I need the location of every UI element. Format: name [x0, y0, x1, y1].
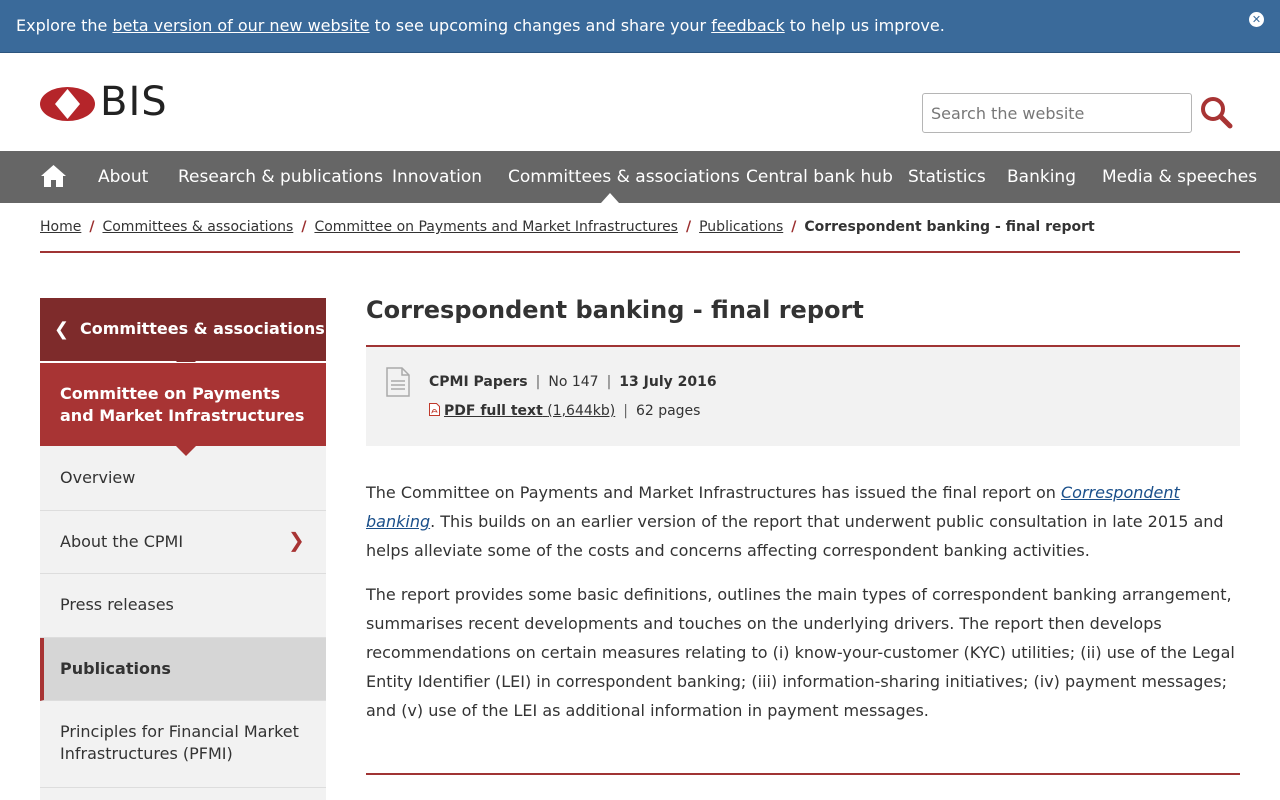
breadcrumb-cpmi[interactable]: Committee on Payments and Market Infrast… — [314, 219, 678, 235]
breadcrumb-separator: / — [301, 219, 307, 235]
meta-line-series: CPMI Papers | No 147 | 13 July 2016 — [429, 374, 717, 390]
sidebar-item-press-releases[interactable]: Press releases — [40, 574, 326, 638]
main-nav: About Research & publications Innovation… — [0, 151, 1280, 203]
publication-number: No 147 — [548, 374, 599, 390]
sidebar-back-label: Committees & associations — [80, 319, 325, 338]
breadcrumb-separator: / — [791, 219, 797, 235]
breadcrumb: Home / Committees & associations / Committee… — [40, 219, 1095, 235]
beta-banner-text: Explore the beta version of our new webs… — [16, 16, 945, 35]
meta-separator: | — [535, 374, 541, 390]
banner-middle: to see upcoming changes and share your — [369, 16, 712, 35]
nav-committees-associations[interactable]: Committees & associations — [508, 167, 740, 187]
sidebar-item-about-cpmi[interactable]: About the CPMI ❯ — [40, 511, 326, 574]
home-icon[interactable] — [40, 164, 67, 188]
sidebar-item-label: Press releases — [60, 595, 174, 614]
sidebar-section-cpmi[interactable]: Committee on Payments and Market Infrast… — [40, 362, 326, 446]
banner-suffix: to help us improve. — [784, 16, 945, 35]
search-input[interactable] — [922, 93, 1192, 133]
bis-logo-icon — [40, 87, 95, 121]
meta-line-pdf: PDF full text (1,644kb) | 62 pages — [429, 403, 700, 419]
sidebar-section-label: Committee on Payments and Market Infrast… — [60, 384, 305, 425]
chevron-left-icon: ❮ — [54, 319, 70, 340]
pdf-icon — [429, 403, 440, 416]
breadcrumb-publications[interactable]: Publications — [699, 219, 783, 235]
nav-research-publications[interactable]: Research & publications — [178, 167, 383, 187]
breadcrumb-separator: / — [685, 219, 692, 235]
content-divider — [366, 773, 1240, 775]
sidebar-item-more[interactable] — [40, 788, 326, 800]
publication-series: CPMI Papers — [429, 374, 528, 390]
nav-active-indicator — [601, 193, 619, 203]
sidebar-item-pfmi[interactable]: Principles for Financial Market Infrastr… — [40, 701, 326, 788]
pdf-download-link[interactable]: PDF full text (1,644kb) — [444, 403, 615, 419]
pdf-file-size: (1,644kb) — [547, 403, 616, 419]
nav-about[interactable]: About — [98, 167, 148, 187]
intro-text-start: The Committee on Payments and Market Inf… — [366, 483, 1061, 502]
intro-text-end: . This builds on an earlier version of t… — [366, 512, 1224, 560]
breadcrumb-separator: / — [89, 219, 95, 235]
page-count: 62 pages — [635, 403, 701, 419]
sidebar-item-label: Overview — [60, 468, 136, 487]
nav-media-speeches[interactable]: Media & speeches — [1102, 167, 1257, 187]
breadcrumb-committees[interactable]: Committees & associations — [102, 219, 293, 235]
intro-paragraph: The Committee on Payments and Market Inf… — [366, 478, 1240, 565]
logo-text: BIS — [100, 79, 168, 125]
breadcrumb-divider — [40, 251, 1240, 253]
close-icon[interactable]: ✕ — [1249, 12, 1264, 27]
sidebar-item-label: Publications — [60, 659, 171, 678]
sidebar-back-button[interactable]: ❮ Committees & associations — [40, 298, 326, 361]
meta-separator: | — [623, 403, 628, 419]
sidebar-item-label: Principles for Financial Market Infrastr… — [60, 722, 299, 763]
nav-banking[interactable]: Banking — [1007, 167, 1076, 187]
nav-innovation[interactable]: Innovation — [392, 167, 482, 187]
bis-logo[interactable]: BIS — [40, 79, 175, 125]
document-icon — [386, 367, 410, 397]
breadcrumb-current: Correspondent banking - final report — [804, 219, 1095, 235]
breadcrumb-home[interactable]: Home — [40, 219, 81, 235]
sidebar-item-label: About the CPMI — [60, 532, 184, 551]
search-icon — [1201, 97, 1233, 129]
summary-paragraph: The report provides some basic definitio… — [366, 585, 1235, 720]
nav-statistics[interactable]: Statistics — [908, 167, 986, 187]
pdf-link-label: PDF full text — [444, 403, 543, 419]
meta-separator: | — [606, 374, 612, 390]
publication-date: 13 July 2016 — [619, 374, 717, 390]
chevron-right-icon: ❯ — [288, 528, 305, 552]
page-title: Correspondent banking - final report — [366, 296, 864, 324]
sidebar-item-publications[interactable]: Publications — [40, 638, 326, 701]
feedback-link[interactable]: feedback — [711, 16, 785, 35]
beta-website-link[interactable]: beta version of our new website — [112, 16, 369, 35]
nav-central-bank-hub[interactable]: Central bank hub — [746, 167, 893, 187]
beta-banner: Explore the beta version of our new webs… — [0, 0, 1280, 53]
sidebar-section-pointer — [176, 446, 196, 456]
banner-prefix: Explore the — [16, 16, 113, 35]
search-button[interactable] — [1200, 96, 1234, 130]
publication-meta: CPMI Papers | No 147 | 13 July 2016 PDF full… — [366, 345, 1240, 446]
